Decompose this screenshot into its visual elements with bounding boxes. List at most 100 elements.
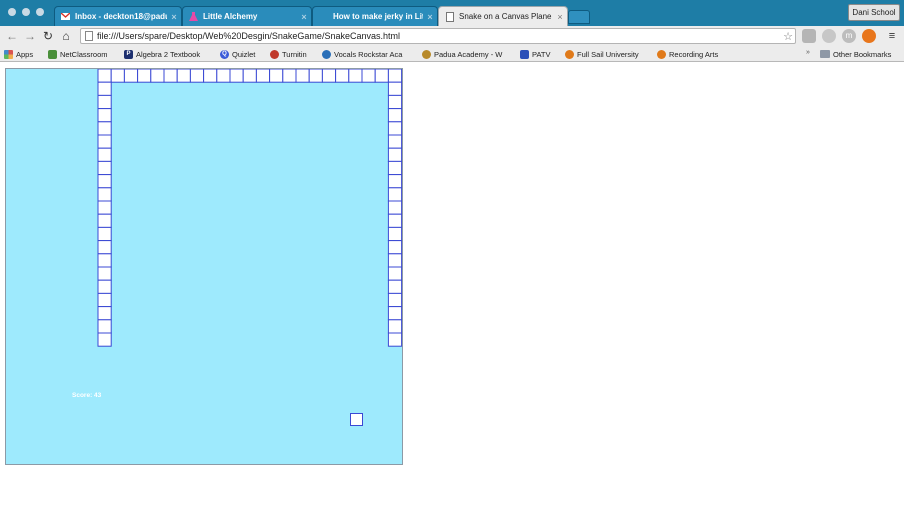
snake-segment: [110, 69, 125, 83]
snake-segment: [97, 94, 112, 110]
forward-arrow-icon[interactable]: →: [22, 28, 38, 44]
turnitin-icon: [270, 49, 279, 59]
snake-segment: [97, 226, 112, 242]
snake-segment: [387, 226, 402, 242]
snake-segment: [361, 69, 376, 83]
snake-segment: [387, 213, 402, 228]
bookmark-algebra-textbook[interactable]: P Algebra 2 Textbook: [124, 48, 214, 60]
snake-segment: [97, 69, 112, 83]
bookmark-label: NetClassroom: [60, 49, 108, 59]
snake-segment: [387, 306, 402, 321]
bookmark-label: Vocals Rockstar Aca: [334, 49, 403, 59]
tab-title: How to make jerky in Little: [333, 12, 423, 21]
snake-segment: [387, 108, 402, 123]
bookmark-patv[interactable]: PATV: [520, 48, 560, 60]
score-label: Score: 43: [72, 392, 102, 399]
bookmark-recording-arts[interactable]: Recording Arts: [657, 48, 737, 60]
padua-icon: [422, 49, 431, 59]
tab-little-alchemy[interactable]: Little Alchemy ×: [182, 6, 312, 26]
food-square: [350, 413, 363, 426]
snake-segment: [216, 69, 231, 83]
back-arrow-icon[interactable]: ←: [4, 28, 20, 44]
other-bookmarks-label: Other Bookmarks: [833, 49, 892, 59]
hamburger-menu-icon[interactable]: ≡: [884, 28, 900, 44]
snake-segment: [387, 332, 402, 347]
tab-title: Snake on a Canvas Plane: [459, 12, 552, 21]
snake-segment: [97, 332, 112, 347]
extension-icon[interactable]: m: [842, 29, 856, 43]
extension-icon[interactable]: [802, 29, 816, 43]
snake-segment: [242, 69, 257, 83]
snake-segment: [387, 147, 402, 162]
close-icon[interactable]: ×: [423, 12, 437, 22]
snake-segment: [97, 187, 112, 202]
snake-segment: [387, 174, 402, 189]
other-bookmarks-folder[interactable]: Other Bookmarks: [820, 48, 891, 60]
close-icon[interactable]: ×: [297, 12, 311, 22]
new-tab-button[interactable]: [568, 10, 590, 24]
tab-jerky[interactable]: How to make jerky in Little ×: [312, 6, 438, 26]
snake-segment: [387, 292, 402, 308]
page-content: Score: 43: [0, 63, 904, 508]
snake-segment: [387, 69, 402, 83]
pearson-icon: P: [124, 49, 133, 59]
fullsail-icon: [565, 49, 574, 59]
reload-icon[interactable]: ↻: [40, 28, 56, 44]
game-canvas[interactable]: Score: 43: [5, 68, 403, 465]
bookmark-label: Algebra 2 Textbook: [136, 49, 201, 59]
address-bar[interactable]: file:///Users/spare/Desktop/Web%20Desgin…: [80, 28, 796, 44]
snake-segment: [387, 266, 402, 281]
snake-segment: [387, 240, 402, 255]
extension-icon[interactable]: [822, 29, 836, 43]
snake-segment: [163, 69, 178, 83]
snake-segment: [123, 69, 139, 83]
bookmark-label: Recording Arts: [669, 49, 719, 59]
apps-grid-icon: [4, 49, 13, 59]
bookmarks-overflow-button[interactable]: »: [806, 49, 810, 56]
browser-tab-strip: Inbox - deckton18@padua × Little Alchemy…: [0, 0, 904, 26]
snake-segment: [229, 69, 244, 83]
bookmark-full-sail[interactable]: Full Sail University: [565, 48, 655, 60]
snake-segment: [255, 69, 271, 83]
close-icon[interactable]: ×: [553, 12, 567, 22]
bookmarks-bar: Apps NetClassroom P Algebra 2 Textbook Q…: [0, 46, 904, 62]
fullsail-icon: [657, 49, 666, 59]
bookmark-netclassroom[interactable]: NetClassroom: [48, 48, 122, 60]
window-close-button[interactable]: [8, 8, 16, 16]
snake-segment: [97, 240, 112, 255]
extension-icon[interactable]: [862, 29, 876, 43]
patv-icon: [520, 49, 529, 59]
snake-segment: [321, 69, 337, 83]
bookmark-padua-academy[interactable]: Padua Academy - W: [422, 48, 514, 60]
tab-inbox[interactable]: Inbox - deckton18@padua ×: [54, 6, 182, 26]
snake-segment: [269, 69, 284, 83]
close-icon[interactable]: ×: [167, 12, 181, 22]
bookmark-apps[interactable]: Apps: [4, 48, 48, 60]
snake-segment: [387, 121, 402, 136]
netclassroom-icon: [48, 49, 57, 59]
bookmark-quizlet[interactable]: Q Quizlet: [220, 48, 266, 60]
snake-segment: [97, 279, 112, 294]
window-minimize-button[interactable]: [22, 8, 30, 16]
bookmark-label: PATV: [532, 49, 551, 59]
snake-segment: [97, 253, 112, 268]
snake-segment: [97, 266, 112, 281]
bookmark-star-icon[interactable]: ☆: [781, 30, 795, 43]
snake-segment: [387, 81, 402, 96]
profile-button[interactable]: Dani School: [848, 4, 900, 21]
bookmark-label: Turnitin: [282, 49, 307, 59]
snake-segment: [387, 94, 402, 110]
home-icon[interactable]: ⌂: [58, 28, 74, 44]
snake-segment: [335, 69, 350, 83]
window-zoom-button[interactable]: [36, 8, 44, 16]
little-alchemy-icon: [189, 12, 198, 21]
tab-title: Inbox - deckton18@padua: [75, 12, 167, 21]
tab-title: Little Alchemy: [203, 12, 258, 21]
snake-segment: [97, 134, 112, 149]
snake-segment: [295, 69, 310, 83]
tab-snake-canvas[interactable]: Snake on a Canvas Plane ×: [438, 6, 568, 26]
bookmark-turnitin[interactable]: Turnitin: [270, 48, 320, 60]
snake-segment: [387, 253, 402, 268]
bookmark-vocals-rockstar[interactable]: Vocals Rockstar Aca: [322, 48, 414, 60]
snake-segment: [374, 69, 389, 83]
